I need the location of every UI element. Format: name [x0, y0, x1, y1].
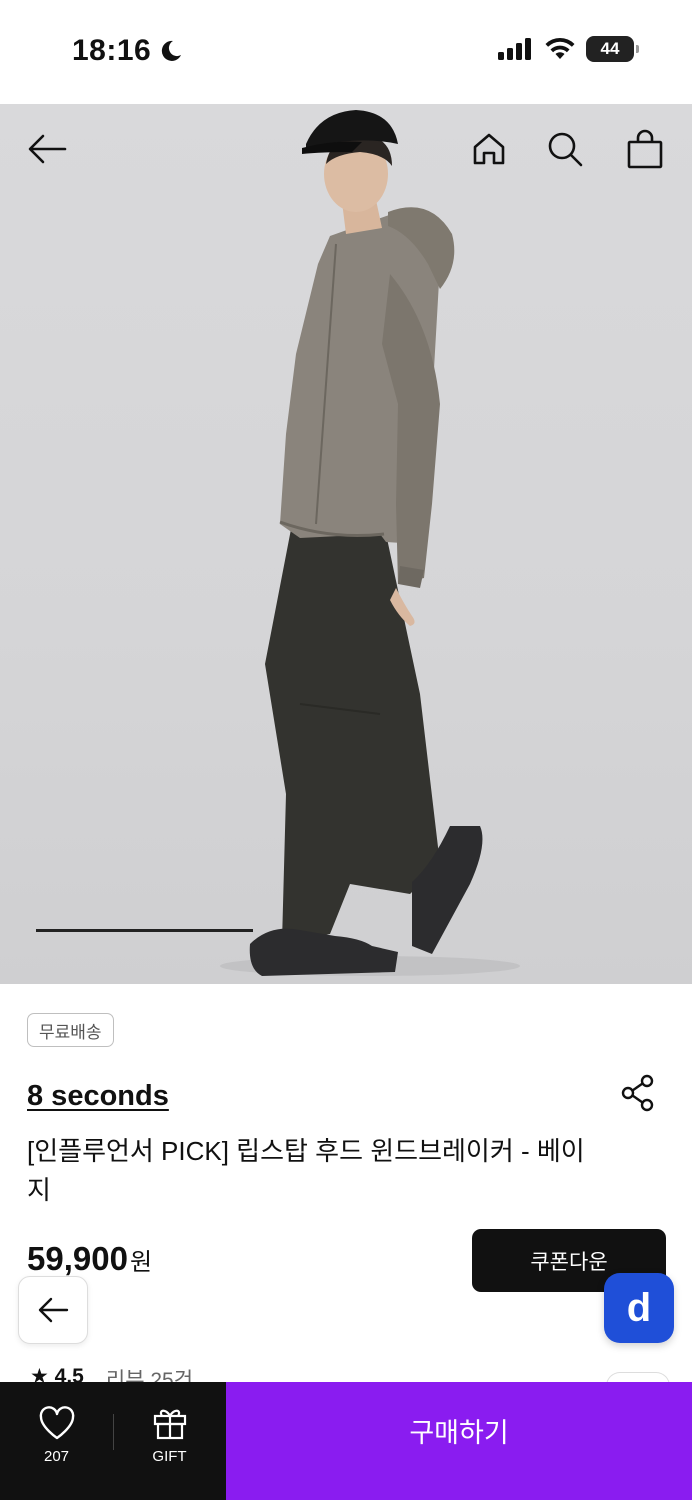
moon-icon — [162, 40, 182, 61]
free-shipping-badge: 무료배송 — [27, 1013, 114, 1047]
floating-back-button[interactable] — [18, 1276, 88, 1344]
home-icon — [473, 133, 505, 165]
clock: 18:16 — [72, 34, 152, 67]
like-button[interactable]: 207 — [0, 1382, 113, 1500]
status-bar: 18:16 44 — [0, 0, 692, 104]
cart-button[interactable] — [622, 126, 668, 172]
price-unit: 원 — [129, 1249, 153, 1276]
image-progress-fill — [36, 929, 253, 932]
status-time: 18:16 — [72, 34, 183, 68]
shopping-bag-icon — [627, 129, 663, 169]
back-arrow-icon — [28, 134, 67, 164]
product-title: [인플루언서 PICK] 립스탑 후드 윈드브레이커 - 베이지 — [27, 1136, 585, 1205]
gift-label: GIFT — [152, 1448, 187, 1465]
bottom-divider — [113, 1414, 114, 1450]
status-indicators: 44 — [498, 36, 639, 62]
image-progress-track — [36, 929, 656, 932]
share-button[interactable] — [620, 1074, 656, 1112]
battery-indicator: 44 — [586, 36, 639, 62]
model-photo — [220, 110, 520, 976]
search-icon — [548, 132, 583, 167]
floating-app-button[interactable]: d — [604, 1273, 674, 1343]
buy-button[interactable]: 구매하기 — [226, 1382, 692, 1500]
home-button[interactable] — [466, 126, 512, 172]
bottom-action-bar: 207 GIFT 구매하기 — [0, 1382, 692, 1500]
product-image[interactable] — [0, 104, 692, 984]
price-value: 59,900 — [27, 1240, 128, 1277]
gift-icon — [153, 1409, 186, 1440]
search-button[interactable] — [542, 126, 588, 172]
signal-icon — [498, 38, 531, 60]
like-count: 207 — [43, 1448, 70, 1465]
share-icon — [621, 1074, 654, 1112]
battery-level: 44 — [600, 39, 620, 58]
brand-link[interactable]: 8 seconds — [27, 1080, 169, 1113]
product-price: 59,900원 — [27, 1240, 152, 1278]
bottom-left-actions: 207 GIFT — [0, 1382, 226, 1500]
back-arrow-icon — [38, 1297, 69, 1323]
back-button[interactable] — [24, 126, 70, 172]
wifi-icon — [545, 37, 575, 59]
heart-icon — [39, 1406, 74, 1440]
gift-button[interactable]: GIFT — [113, 1382, 226, 1500]
app-logo-letter: d — [626, 1285, 652, 1330]
